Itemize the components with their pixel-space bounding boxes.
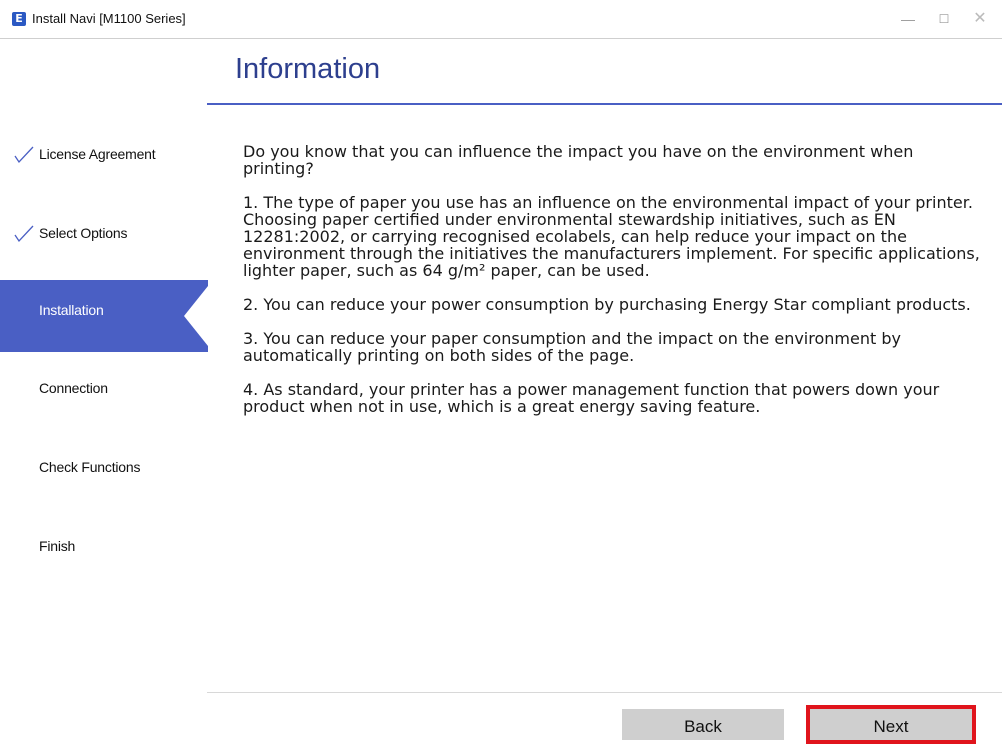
step-license-agreement: License Agreement xyxy=(0,123,208,183)
header-divider xyxy=(207,103,1002,105)
step-label: Check Functions xyxy=(39,459,141,475)
title-bar: E Install Navi [M1100 Series] — ☐ ✕ xyxy=(0,0,1002,38)
minimize-button[interactable]: — xyxy=(890,6,926,32)
next-button[interactable]: Next xyxy=(806,705,976,744)
point-paragraph: 4. As standard, your printer has a power… xyxy=(243,380,940,416)
maximize-button[interactable]: ☐ xyxy=(926,6,962,32)
step-label: Select Options xyxy=(39,225,128,241)
information-text: Do you know that you can influence the i… xyxy=(243,143,983,432)
close-button[interactable]: ✕ xyxy=(962,6,998,32)
step-label: License Agreement xyxy=(39,146,156,162)
point-paragraph: 2. You can reduce your power consumption… xyxy=(243,295,971,314)
active-step-pointer xyxy=(184,286,208,346)
step-label: Installation xyxy=(39,302,104,318)
footer-divider xyxy=(207,692,1002,693)
point-paragraph: 1. The type of paper you use has an infl… xyxy=(243,193,980,280)
step-label: Finish xyxy=(39,538,76,554)
app-icon: E xyxy=(12,12,26,26)
checkmark-icon xyxy=(14,146,34,164)
step-installation: Installation xyxy=(0,280,208,352)
step-finish: Finish xyxy=(0,515,208,575)
page-title: Information xyxy=(235,53,381,85)
step-check-functions: Check Functions xyxy=(0,436,208,496)
title-bar-divider xyxy=(0,38,1002,39)
point-paragraph: 3. You can reduce your paper consumption… xyxy=(243,329,901,365)
intro-paragraph: Do you know that you can influence the i… xyxy=(243,142,914,178)
checkmark-icon xyxy=(14,225,34,243)
back-button[interactable]: Back xyxy=(622,709,784,740)
step-label: Connection xyxy=(39,380,108,396)
window-title: Install Navi [M1100 Series] xyxy=(32,11,186,26)
step-connection: Connection xyxy=(0,357,208,417)
step-select-options: Select Options xyxy=(0,202,208,262)
